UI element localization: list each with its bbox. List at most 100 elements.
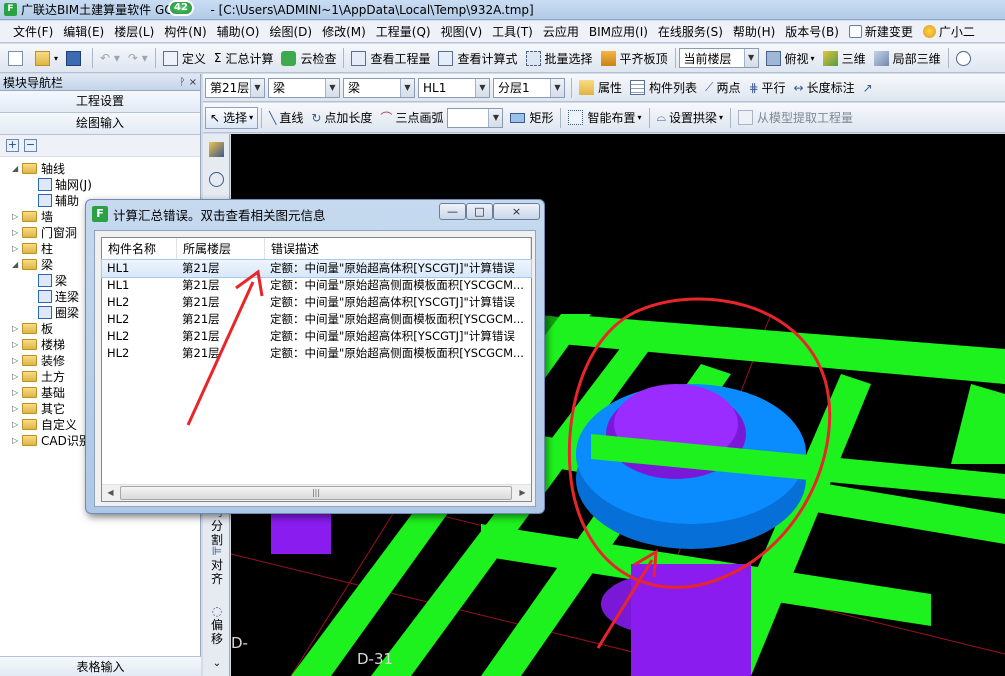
table-row[interactable]: HL2 第21层 定额：中间量"原始超高体积[YSCGTJ]"计算错误 <box>102 328 531 345</box>
column-header-desc[interactable]: 错误描述 <box>265 238 531 259</box>
two-points-label: 两点 <box>716 81 741 95</box>
collapse-all-icon[interactable]: − <box>24 139 37 152</box>
arc-icon: ⌒ <box>380 111 393 125</box>
menu-draw[interactable]: 绘图(D) <box>264 22 317 42</box>
draw-input-button[interactable]: 绘图输入 <box>0 113 200 135</box>
table-input-button[interactable]: 表格输入 <box>0 656 201 676</box>
menu-view[interactable]: 视图(V) <box>436 22 488 42</box>
open-button[interactable]: ▾ <box>31 47 62 69</box>
table-row[interactable]: HL2 第21层 定额：中间量"原始超高侧面模板面积[YSCGCM... <box>102 345 531 362</box>
pen-tool[interactable] <box>203 134 229 164</box>
view-formula-button[interactable]: 查看计算式 <box>434 47 521 69</box>
view-quantity-button[interactable]: 查看工程量 <box>347 47 434 69</box>
redo-button[interactable]: ↷ ▾ <box>124 47 152 69</box>
local-3d-button[interactable]: 局部三维 <box>870 47 945 69</box>
table-row[interactable]: HL1 第21层 定额：中间量"原始超高侧面模板面积[YSCGCM... <box>102 277 531 294</box>
three-d-button[interactable]: 三维 <box>819 47 870 69</box>
extract-icon <box>738 110 754 125</box>
table-row[interactable]: HL2 第21层 定额：中间量"原始超高体积[YSCGTJ]"计算错误 <box>102 294 531 311</box>
length-mark-button[interactable]: ↔ 长度标注 <box>790 77 859 99</box>
type-select[interactable]: 梁 ▼ <box>343 77 415 98</box>
close-button[interactable]: × <box>493 203 540 220</box>
extract-quantity-button[interactable]: 从模型提取工程量 <box>734 107 857 129</box>
maximize-button[interactable]: □ <box>466 203 493 220</box>
save-button[interactable] <box>62 47 89 69</box>
menu-quantity[interactable]: 工程量(Q) <box>371 22 436 42</box>
menu-edit[interactable]: 编辑(E) <box>58 22 109 42</box>
arc-tool-button[interactable]: ⌒ 三点画弧 <box>376 107 447 129</box>
batch-select-button[interactable]: 批量选择 <box>522 47 597 69</box>
tree-item-axis[interactable]: ◢ 轴线 <box>12 160 200 176</box>
table-row[interactable]: HL2 第21层 定额：中间量"原始超高侧面模板面积[YSCGCM... <box>102 311 531 328</box>
align-tool[interactable]: ⊫ 对齐 <box>207 544 227 586</box>
column-header-floor[interactable]: 所属楼层 <box>177 238 265 259</box>
expand-all-icon[interactable]: + <box>6 139 19 152</box>
minimize-button[interactable]: — <box>439 203 466 220</box>
smart-place-button[interactable]: 智能布置 ▾ <box>564 107 645 129</box>
pin-close-icon[interactable]: ᚹ × <box>179 77 197 88</box>
node-tool[interactable] <box>203 164 229 194</box>
menu-new-change[interactable]: 新建变更 <box>844 22 918 42</box>
tree-item-axis-grid[interactable]: 轴网(J) <box>12 176 200 192</box>
toolbar-separator <box>92 48 94 68</box>
dialog-titlebar[interactable]: F 计算汇总错误。双击查看相关图元信息 — □ × <box>86 200 544 228</box>
component-toolbar: 第21层 ▼ 梁 ▼ 梁 ▼ HL1 ▼ 分层1 ▼ 属性 构件列表 ⟋ 两点 ⋕ 平行 ↔ 长… <box>203 74 1005 102</box>
local-3d-icon <box>873 50 889 66</box>
scroll-left-icon[interactable]: ◀ <box>102 485 119 501</box>
cell-floor: 第21层 <box>182 312 220 326</box>
menu-floor[interactable]: 楼层(L) <box>109 22 159 42</box>
column-header-name[interactable]: 构件名称 <box>102 238 177 259</box>
toolbar-separator <box>261 107 263 128</box>
point-length-button[interactable]: ↻ 点加长度 <box>307 107 376 129</box>
define-button[interactable]: 定义 <box>159 47 210 69</box>
top-view-button[interactable]: 俯视 ▾ <box>762 47 819 69</box>
top-view-label: 俯视 <box>784 51 809 66</box>
floor-select[interactable]: 第21层 ▼ <box>205 77 265 98</box>
table-row[interactable]: HL1 第21层 定额：中间量"原始超高体积[YSCGTJ]"计算错误 <box>101 259 532 278</box>
project-settings-button[interactable]: 工程设置 <box>0 91 200 113</box>
rect-tool-button[interactable]: 矩形 <box>506 107 557 129</box>
two-points-button[interactable]: ⟋ 两点 <box>701 77 744 99</box>
offset-icon: ◌ <box>211 604 223 618</box>
horizontal-scrollbar[interactable]: ◀ ||| ▶ <box>102 484 531 501</box>
zoom-button[interactable] <box>952 47 979 69</box>
line-tool-button[interactable]: ╲ 直线 <box>265 107 307 129</box>
undo-button[interactable]: ↶ ▾ <box>96 47 124 69</box>
category-select[interactable]: 梁 ▼ <box>268 77 340 98</box>
menu-component[interactable]: 构件(N) <box>159 22 211 42</box>
notification-badge[interactable]: 42 <box>168 0 194 16</box>
more-tools-button[interactable]: ↗ <box>859 77 877 99</box>
new-file-button[interactable] <box>4 47 31 69</box>
collapsed-arrow-icon: ▷ <box>12 211 19 221</box>
floor-scope-select[interactable]: 当前楼层 ▼ <box>678 48 759 68</box>
menu-assistant[interactable]: 广小二 <box>918 22 980 42</box>
component-list-button[interactable]: 构件列表 <box>626 77 701 99</box>
sum-calc-button[interactable]: Σ 汇总计算 <box>210 47 278 69</box>
scroll-thumb[interactable]: ||| <box>120 486 512 500</box>
viewport-axis-label-left: D- <box>231 634 248 652</box>
parallel-button[interactable]: ⋕ 平行 <box>744 77 789 99</box>
align-slab-button[interactable]: 平齐板顶 <box>597 47 672 69</box>
sublayer-select[interactable]: 分层1 ▼ <box>493 77 565 98</box>
menu-help[interactable]: 帮助(H) <box>728 22 780 42</box>
cloud-check-button[interactable]: 云检查 <box>277 47 340 69</box>
menu-bim[interactable]: BIM应用(I) <box>584 22 653 42</box>
menu-file[interactable]: 文件(F) <box>8 22 58 42</box>
menu-tools[interactable]: 工具(T) <box>487 22 538 42</box>
menu-online[interactable]: 在线服务(S) <box>653 22 728 42</box>
length-mark-icon: ↔ <box>793 80 804 95</box>
menu-auxiliary[interactable]: 辅助(O) <box>212 22 265 42</box>
select-tool-button[interactable]: ↖ 选择 ▾ <box>205 106 259 129</box>
properties-label: 属性 <box>598 81 623 95</box>
menu-version[interactable]: 版本号(B) <box>780 22 844 42</box>
scroll-right-icon[interactable]: ▶ <box>514 485 531 501</box>
scroll-more-icon[interactable]: ⌄ <box>207 657 227 671</box>
menu-modify[interactable]: 修改(M) <box>317 22 371 42</box>
arc-mode-select[interactable]: ▼ <box>447 107 504 128</box>
set-arch-beam-button[interactable]: ⌓ 设置拱梁 ▾ <box>653 107 728 129</box>
offset-tool[interactable]: ◌ 偏移 <box>207 604 227 646</box>
properties-button[interactable]: 属性 <box>575 77 626 99</box>
menu-cloud[interactable]: 云应用 <box>538 22 584 42</box>
component-select[interactable]: HL1 ▼ <box>418 77 490 98</box>
collapsed-arrow-icon: ▷ <box>12 419 19 429</box>
